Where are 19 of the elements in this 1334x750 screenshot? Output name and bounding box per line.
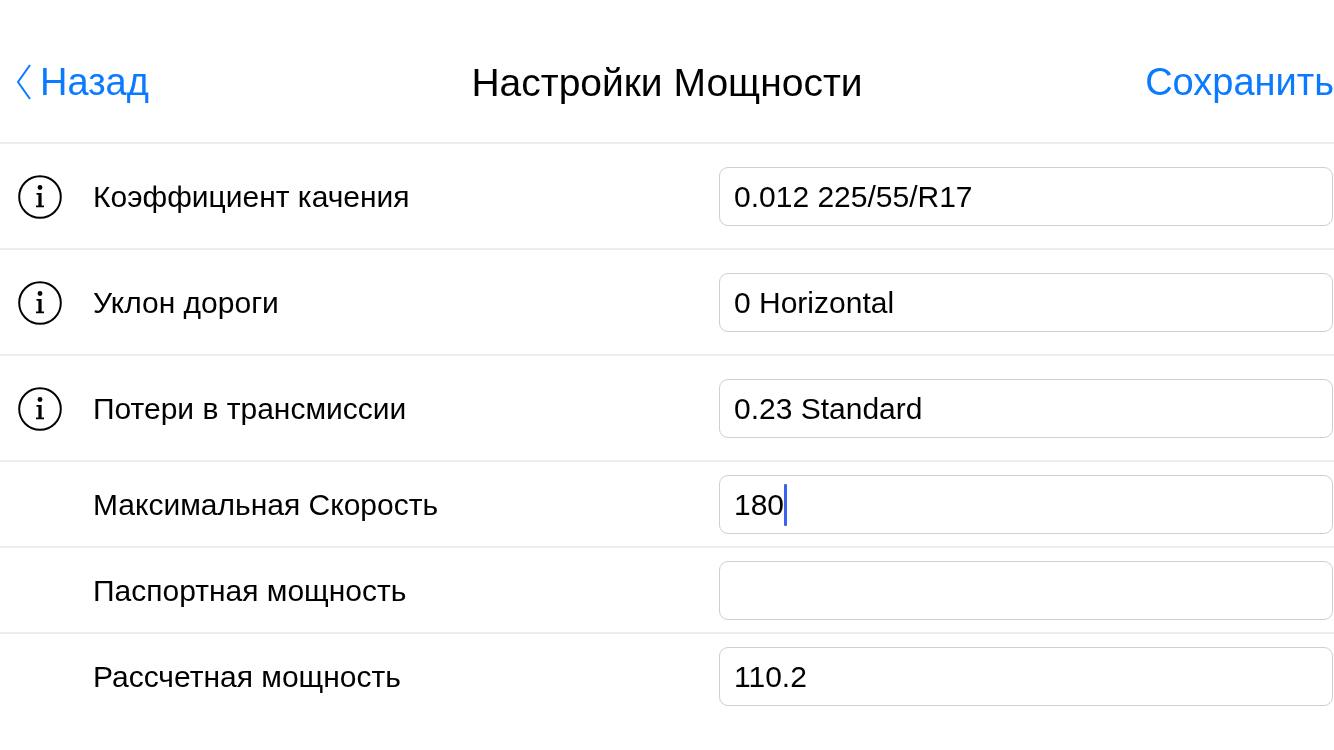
field-label: Паспортная мощность — [93, 574, 408, 607]
input-field[interactable]: 180 — [719, 475, 1333, 534]
back-button[interactable]: Назад — [16, 63, 149, 101]
input-field[interactable]: 110.2 — [719, 647, 1333, 706]
field-label: Коэффициент качения — [93, 180, 411, 213]
info-icon[interactable] — [18, 280, 62, 325]
info-icon[interactable] — [18, 174, 62, 219]
screen-title: Настройки Мощности — [471, 63, 863, 102]
field-label: Уклон дороги — [93, 286, 280, 319]
field-label: Потери в трансмиссии — [93, 392, 408, 425]
input-field[interactable] — [719, 561, 1333, 620]
info-icon[interactable] — [18, 386, 62, 431]
field-label: Рассчетная мощность — [93, 660, 402, 693]
input-field[interactable]: 0.23 Standard — [719, 379, 1333, 438]
chevron-left-icon — [16, 64, 32, 100]
input-field[interactable]: 0.012 225/55/R17 — [719, 167, 1333, 226]
field-label: Максимальная Скорость — [93, 488, 440, 521]
save-button[interactable]: Сохранить — [1145, 63, 1334, 101]
input-field[interactable]: 0 Horizontal — [719, 273, 1333, 332]
